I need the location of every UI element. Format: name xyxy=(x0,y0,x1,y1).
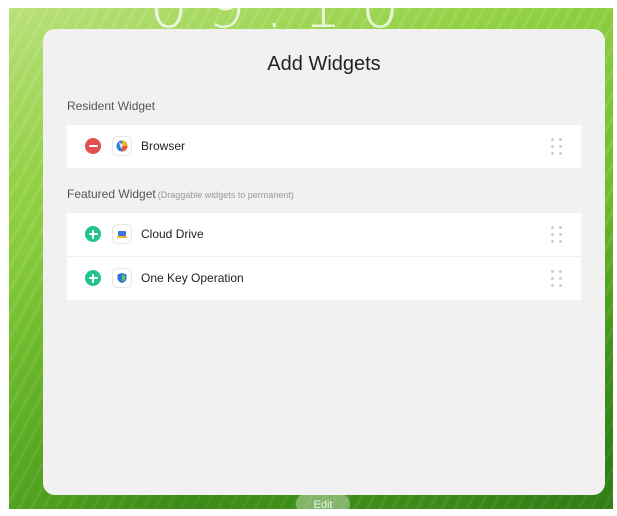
widget-name: Browser xyxy=(141,139,186,153)
resident-widget-label: Resident Widget xyxy=(67,99,155,113)
widget-row-cloud-drive[interactable]: Cloud Drive xyxy=(67,213,581,257)
resident-widget-list: Browser xyxy=(67,125,581,168)
featured-widget-hint: (Draggable widgets to permanent) xyxy=(157,190,294,200)
add-widget-button[interactable] xyxy=(85,226,101,242)
drag-handle-icon[interactable] xyxy=(551,138,563,155)
widget-row-browser[interactable]: Browser xyxy=(67,125,581,168)
edit-button[interactable]: Edit xyxy=(296,494,350,514)
shield-icon xyxy=(113,269,131,287)
widget-row-one-key-operation[interactable]: One Key Operation xyxy=(67,257,581,300)
widget-name: Cloud Drive xyxy=(141,227,204,241)
browser-icon xyxy=(113,137,131,155)
cloud-drive-icon xyxy=(113,225,131,243)
drag-handle-icon[interactable] xyxy=(551,226,563,243)
featured-widget-label: Featured Widget (Draggable widgets to per… xyxy=(67,187,294,201)
panel-title: Add Widgets xyxy=(267,53,381,75)
widget-name: One Key Operation xyxy=(141,271,244,285)
drag-handle-icon[interactable] xyxy=(551,270,563,287)
remove-widget-button[interactable] xyxy=(85,138,101,154)
add-widget-button[interactable] xyxy=(85,270,101,286)
add-widgets-panel: Add Widgets Resident Widget Browser Feat… xyxy=(43,29,605,495)
resident-widget-label-text: Resident Widget xyxy=(67,99,156,113)
featured-widget-label-text: Featured Widget xyxy=(67,187,156,201)
featured-widget-list: Cloud Drive One Key Operation xyxy=(67,213,581,300)
